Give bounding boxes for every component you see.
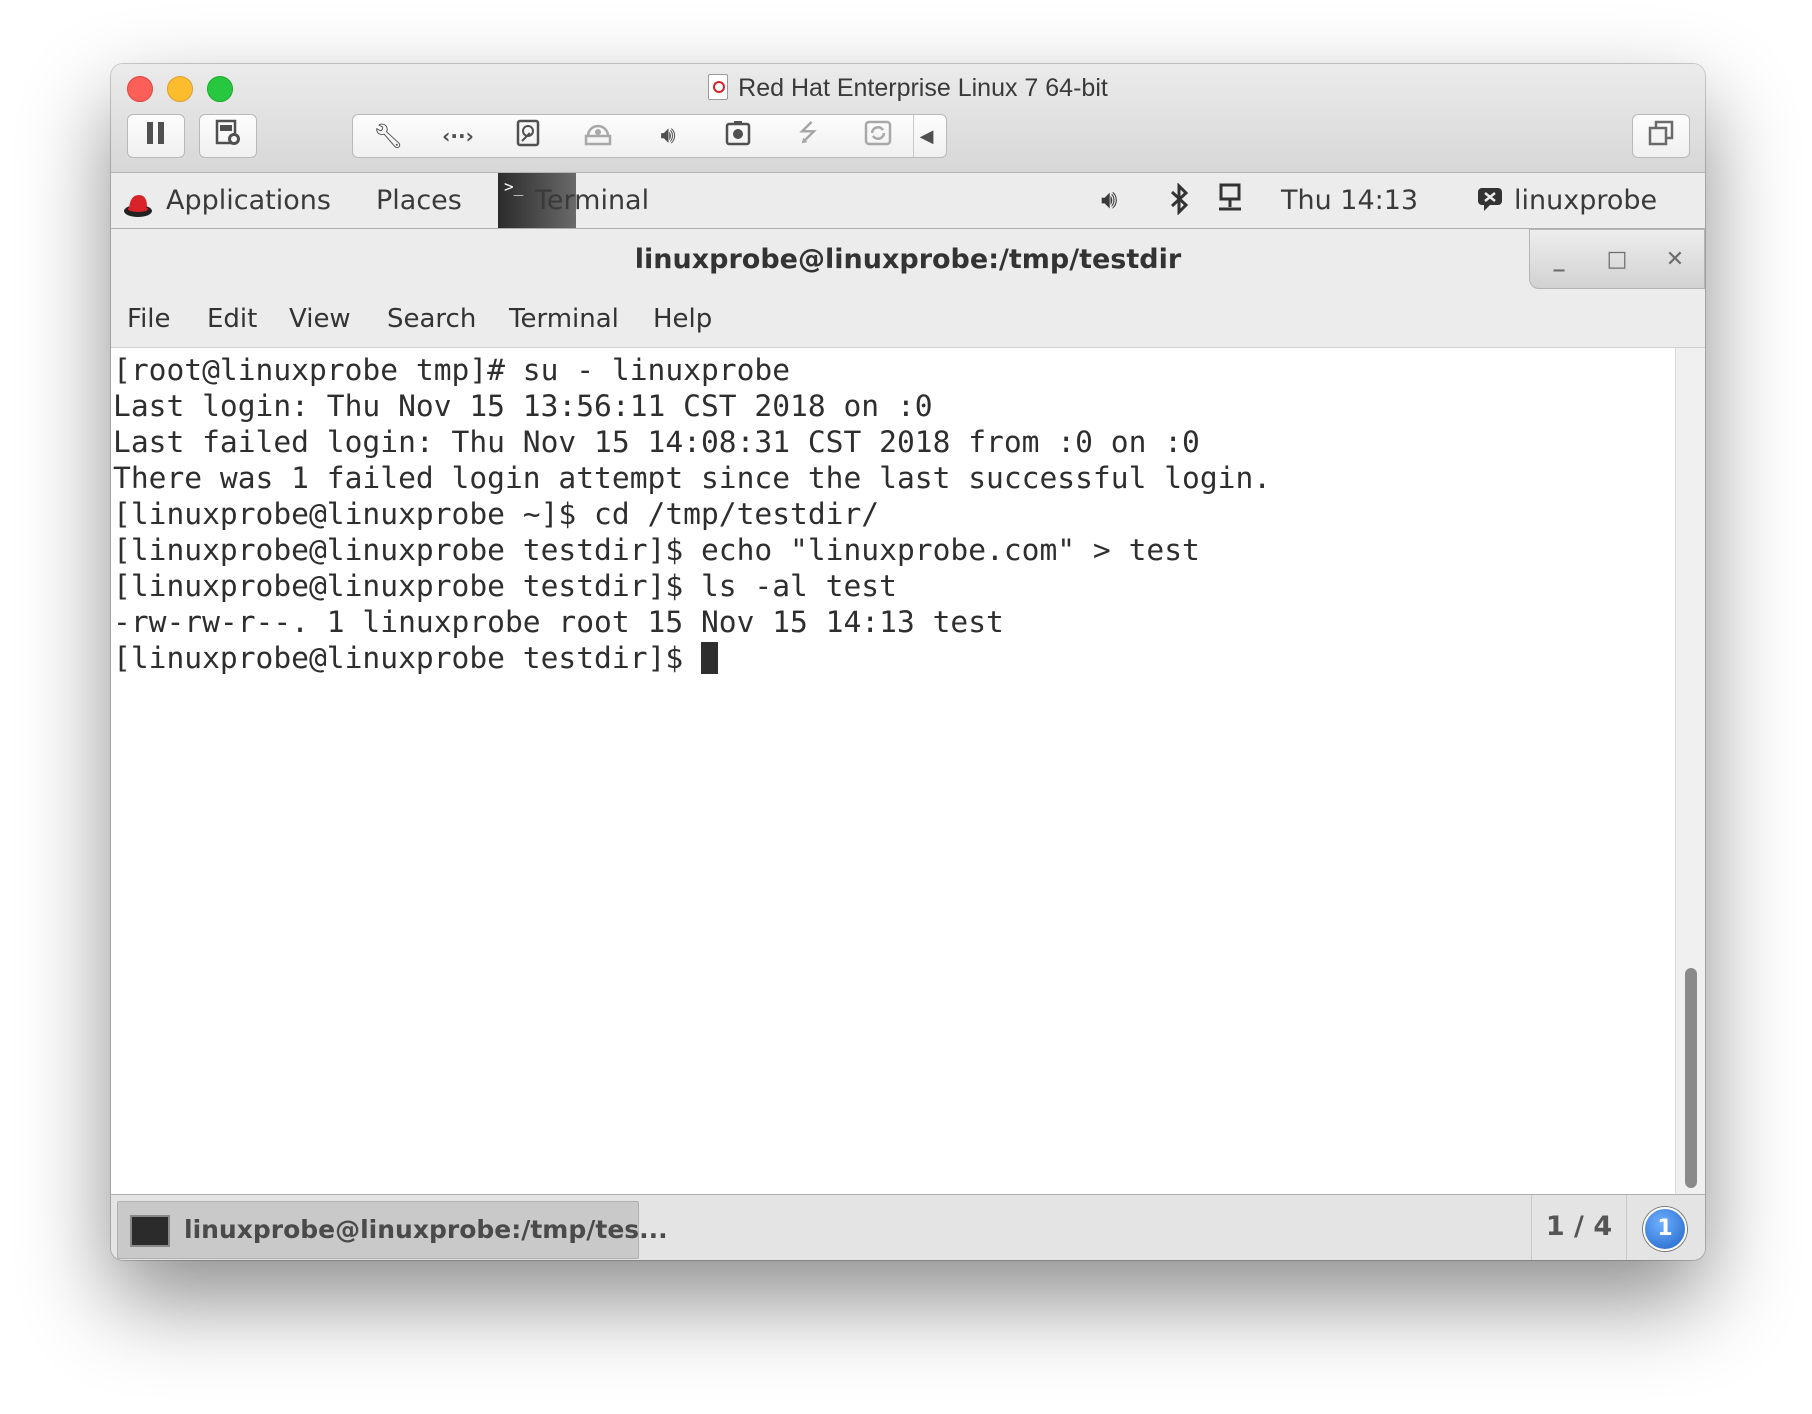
minimize-icon: _ [1553,246,1565,272]
camera-icon [725,120,751,153]
terminal-screen[interactable]: [root@linuxprobe tmp]# su - linuxprobe L… [111,348,1675,1194]
terminal-line: Last failed login: Thu Nov 15 14:08:31 C… [113,425,1200,459]
workspace-indicator[interactable]: 1 / 4 [1531,1195,1627,1260]
places-menu[interactable]: Places [376,173,462,228]
volume-icon[interactable]: 🔊︎ [1101,173,1117,228]
terminal-line: [linuxprobe@linuxprobe testdir]$ echo "l… [113,533,1200,567]
drive-icon [584,120,612,153]
maximize-button[interactable]: □ [1588,230,1646,288]
gnome-top-bar: Applications Places >_ Terminal 🔊︎ Thu 1… [111,173,1705,229]
vm-document-icon [708,74,729,100]
usb-icon: ⭍ [798,119,818,147]
scrollbar-thumb[interactable] [1685,968,1697,1188]
user-menu[interactable]: linuxprobe [1514,173,1657,228]
text-cursor [700,642,718,674]
collapse-toolbar-button[interactable]: ◀ [913,115,939,157]
menu-search[interactable]: Search [387,290,476,348]
terminal-line: -rw-rw-r--. 1 linuxprobe root 15 Nov 15 … [113,605,1004,639]
terminal-line: There was 1 failed login attempt since t… [113,461,1272,495]
sync-button[interactable] [843,115,913,157]
terminal-title: linuxprobe@linuxprobe:/tmp/testdir [634,244,1182,275]
close-button[interactable]: ✕ [1646,230,1704,288]
settings-wrench-button[interactable]: 🔧︎ [353,115,423,157]
sound-button[interactable]: 🔊︎ [633,115,703,157]
snapshot-icon [214,119,242,154]
fullscreen-icon [1648,120,1674,153]
window-list-bar: linuxprobe@linuxprobe:/tmp/tes... 1 / 4 … [111,1194,1705,1260]
hard-disk-button[interactable] [493,115,563,157]
pause-icon [145,121,167,152]
vm-window: Red Hat Enterprise Linux 7 64-bit 🔧︎ ‹··… [111,64,1705,1260]
pause-button[interactable] [127,114,185,158]
menu-view[interactable]: View [289,290,351,348]
terminal-menubar: File Edit View Search Terminal Help [111,290,1705,348]
terminal-line: [linuxprobe@linuxprobe ~]$ cd /tmp/testd… [113,497,880,531]
code-arrows-icon: ‹··› [442,124,474,148]
vm-titlebar: Red Hat Enterprise Linux 7 64-bit 🔧︎ ‹··… [111,64,1705,173]
minimize-button[interactable]: _ [1530,230,1588,288]
applications-menu[interactable]: Applications [166,173,331,228]
terminal-scrollbar[interactable] [1675,348,1705,1194]
terminal-prompt: [linuxprobe@linuxprobe testdir]$ [113,641,701,675]
refresh-icon [864,120,892,153]
taskbar-window-button[interactable]: linuxprobe@linuxprobe:/tmp/tes... [117,1201,668,1259]
menu-file[interactable]: File [127,290,171,348]
cd-drive-button[interactable] [563,115,633,157]
terminal-line: Last login: Thu Nov 15 13:56:11 CST 2018… [113,389,933,423]
network-button[interactable]: ‹··› [423,115,493,157]
terminal-line: [linuxprobe@linuxprobe testdir]$ ls -al … [113,569,897,603]
vm-title-text: Red Hat Enterprise Linux 7 64-bit [738,74,1108,102]
wrench-icon: 🔧︎ [372,122,404,150]
arrow-left-icon: ◀ [919,125,934,146]
camera-button[interactable] [703,115,773,157]
disk-icon [516,119,540,154]
menu-edit[interactable]: Edit [207,290,257,348]
maximize-icon: □ [1606,246,1628,272]
active-app-menu[interactable]: Terminal [535,173,649,228]
user-status-icon[interactable] [1476,173,1504,228]
taskbar-window-label: linuxprobe@linuxprobe:/tmp/tes... [184,1215,668,1244]
close-icon: ✕ [1665,246,1685,272]
terminal-icon [130,1215,170,1247]
notification-badge[interactable]: 1 [1643,1207,1687,1251]
usb-button[interactable]: ⭍ [773,115,843,157]
window-controls: _ □ ✕ [1529,229,1705,289]
terminal-output: [root@linuxprobe tmp]# su - linuxprobe L… [111,348,1675,676]
menu-help[interactable]: Help [653,290,712,348]
fullscreen-button[interactable] [1632,114,1690,158]
terminal-header: linuxprobe@linuxprobe:/tmp/testdir _ □ ✕ [111,229,1705,289]
snapshot-button[interactable] [199,114,257,158]
redhat-logo-icon [123,185,153,217]
menu-terminal[interactable]: Terminal [509,290,619,348]
vm-title: Red Hat Enterprise Linux 7 64-bit [111,72,1705,104]
bluetooth-icon[interactable] [1169,173,1191,228]
vm-device-toolbar: 🔧︎ ‹··› 🔊︎ ⭍ ◀ [352,114,947,158]
speaker-icon: 🔊︎ [660,122,676,149]
clock[interactable]: Thu 14:13 [1281,173,1418,228]
wired-network-icon[interactable] [1216,173,1244,228]
terminal-line: [root@linuxprobe tmp]# su - linuxprobe [113,353,791,387]
